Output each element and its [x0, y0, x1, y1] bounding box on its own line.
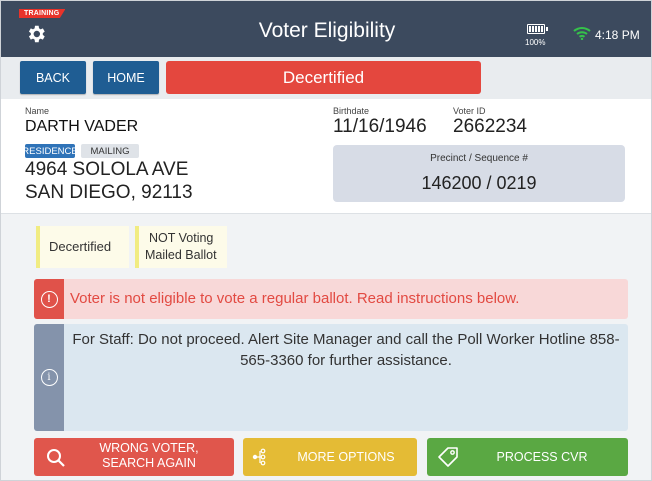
precinct-label: Precinct / Sequence # — [430, 153, 528, 164]
back-button[interactable]: BACK — [20, 61, 86, 94]
voting-status-line-1: NOT Voting — [149, 231, 214, 245]
decertified-pill-text: Decertified — [49, 239, 112, 254]
voter-name: DARTH VADER — [25, 118, 139, 135]
alert-icon-box: ! — [34, 279, 64, 319]
status-banner: Decertified — [166, 61, 481, 94]
battery-icon — [527, 24, 548, 34]
alert-text: Voter is not eligible to vote a regular … — [70, 290, 520, 307]
name-label: Name — [25, 106, 50, 116]
voter-id-label: Voter ID — [453, 106, 486, 116]
battery-percent: 100% — [525, 38, 546, 47]
process-cvr-button[interactable]: PROCESS CVR — [427, 438, 628, 476]
app-header: TRAINING Voter Eligibility 100% 4:18 PM — [1, 1, 651, 57]
staff-instructions: i For Staff: Do not proceed. Alert Site … — [34, 324, 628, 431]
training-badge: TRAINING — [19, 9, 66, 18]
process-cvr-label: PROCESS CVR — [496, 450, 588, 464]
decertified-pill: Decertified — [36, 226, 129, 268]
home-button[interactable]: HOME — [93, 61, 159, 94]
tab-mailing[interactable]: MAILING — [81, 144, 139, 158]
page-title: Voter Eligibility — [258, 19, 396, 42]
more-options-label: MORE OPTIONS — [297, 450, 395, 464]
voter-id-value: 2662234 — [453, 116, 527, 137]
birthdate-label: Birthdate — [333, 106, 370, 116]
clock-time: 4:18 PM — [595, 28, 640, 42]
screen: TRAINING Voter Eligibility 100% 4:18 PM … — [0, 0, 652, 481]
more-options-button[interactable]: MORE OPTIONS — [243, 438, 417, 476]
search-icon — [47, 449, 65, 467]
wrong-voter-line-2: SEARCH AGAIN — [102, 456, 196, 470]
exclamation-icon: ! — [40, 290, 58, 308]
voting-status-line-2: Mailed Ballot — [145, 248, 217, 262]
options-tree-icon — [252, 448, 266, 466]
info-icon-box: i — [34, 324, 64, 431]
instructions-text: For Staff: Do not proceed. Alert Site Ma… — [72, 331, 620, 369]
precinct-box: Precinct / Sequence # 146200 / 0219 — [333, 145, 625, 202]
address-line-2: SAN DIEGO, 92113 — [25, 182, 193, 203]
address-line-1: 4964 SOLOLA AVE — [25, 159, 189, 180]
wrong-voter-button[interactable]: WRONG VOTER, SEARCH AGAIN — [34, 438, 234, 476]
voting-status-pill: NOT Voting Mailed Ballot — [135, 226, 227, 268]
birthdate-value: 11/16/1946 — [333, 116, 427, 137]
wrong-voter-line-1: WRONG VOTER, — [99, 441, 199, 455]
tag-icon — [438, 447, 458, 467]
tab-residence[interactable]: RESIDENCE — [22, 144, 78, 158]
precinct-value: 146200 / 0219 — [421, 173, 537, 193]
nav-bar: BACK HOME Decertified — [1, 57, 651, 99]
eligibility-alert: ! Voter is not eligible to vote a regula… — [34, 279, 628, 319]
wifi-icon — [573, 27, 591, 40]
info-icon: i — [40, 369, 58, 386]
